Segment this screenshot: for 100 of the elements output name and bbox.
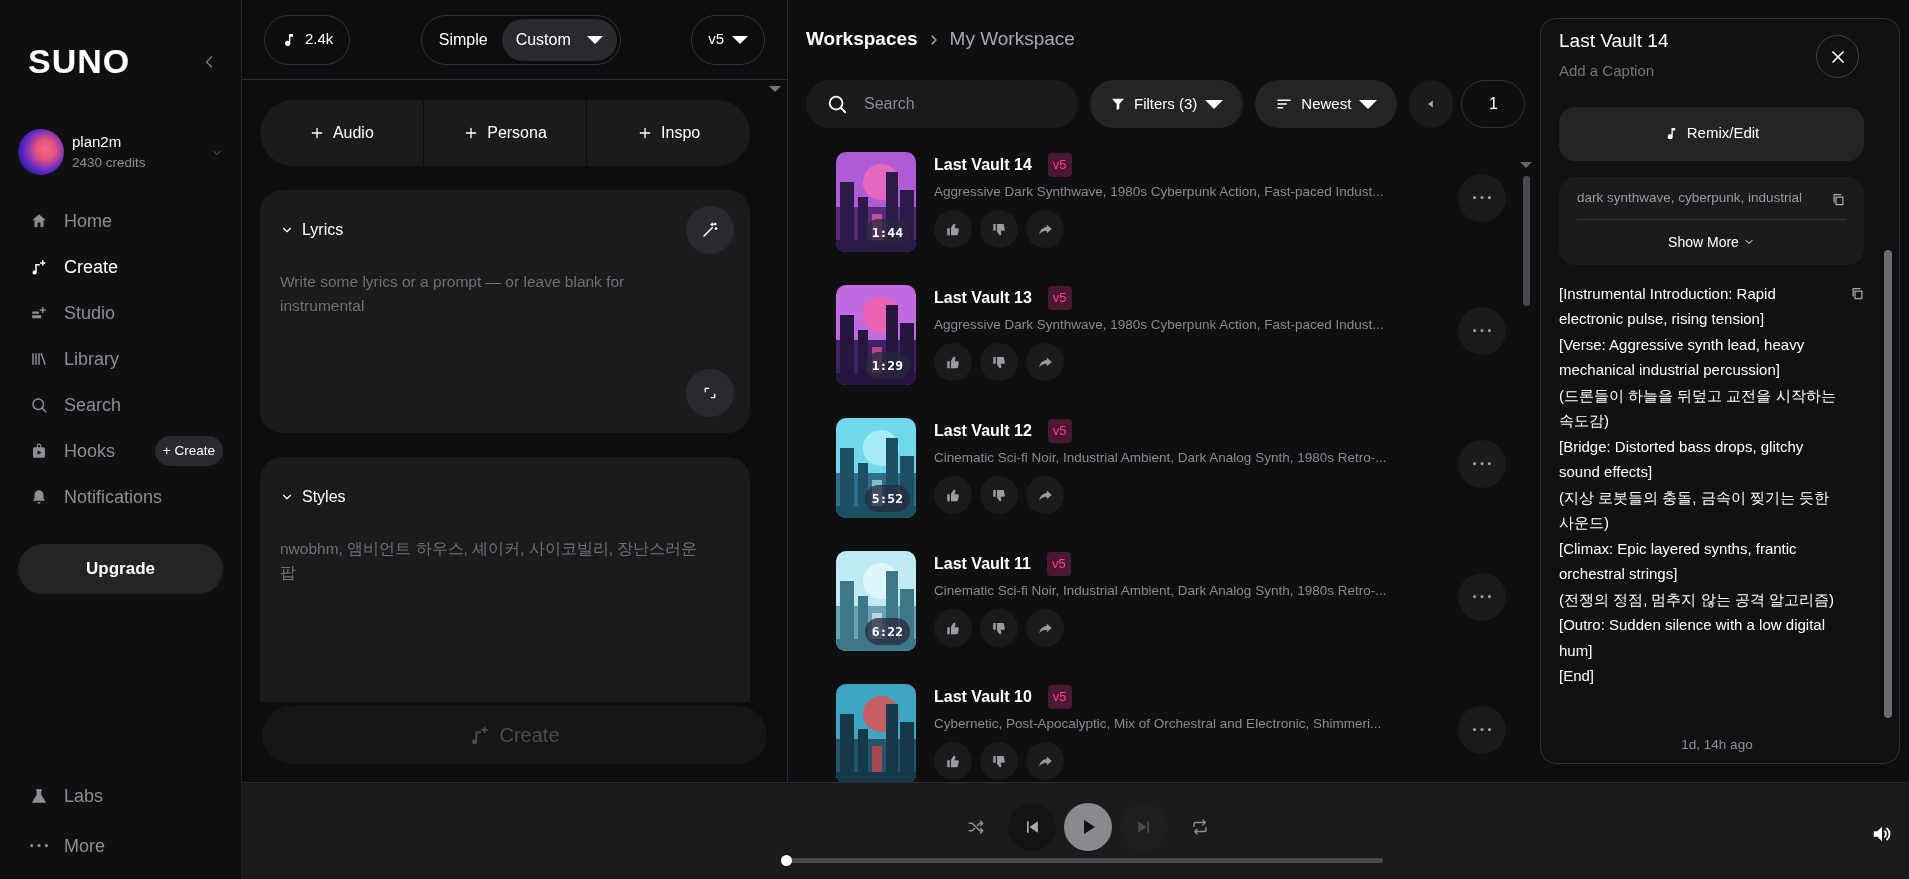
caption-field[interactable]: Add a Caption	[1559, 59, 1758, 82]
like-button[interactable]	[934, 343, 972, 382]
nav-item[interactable]: Hooks	[18, 428, 128, 474]
version-tag: v5	[1047, 685, 1072, 709]
version-tag: v5	[1046, 552, 1071, 576]
caret-icon	[1359, 99, 1378, 109]
remix-button[interactable]: Remix/Edit	[1559, 106, 1864, 161]
song-description: Cinematic Sci-fi Noir, Industrial Ambient, Dark Analog Synth, 1980s Retro-...	[934, 582, 1388, 600]
caret-icon	[732, 35, 748, 44]
more-icon	[1473, 329, 1491, 333]
thumbs-down-icon	[991, 620, 1007, 636]
mode-tab[interactable]: Custom	[501, 18, 617, 61]
caret-icon	[1205, 99, 1224, 109]
lyrics-field[interactable]: Write some lyrics or a prompt — or leave blank for instrumental	[280, 270, 700, 319]
song-title[interactable]: Last Vault 11	[934, 552, 1031, 576]
nav-item[interactable]: Create	[18, 244, 131, 290]
repeat-icon	[1191, 818, 1209, 836]
breadcrumb-link[interactable]: Workspaces	[806, 24, 918, 54]
bag-play-icon	[30, 442, 48, 460]
credits-text: 2430 credits	[72, 154, 147, 173]
song-description: Cinematic Sci-fi Noir, Industrial Ambient, Dark Analog Synth, 1980s Retro-...	[934, 449, 1388, 467]
nav-item[interactable]: Search	[18, 382, 134, 428]
dislike-button[interactable]	[980, 476, 1018, 515]
nav-item[interactable]: More	[18, 821, 223, 871]
magic-wand-icon	[701, 221, 719, 239]
user-name: plan2m	[72, 131, 123, 152]
add-button[interactable]: Audio	[260, 100, 423, 166]
progress-handle[interactable]	[781, 855, 792, 866]
like-button[interactable]	[934, 210, 972, 249]
sort-button[interactable]: Newest	[1255, 80, 1398, 128]
nav-item[interactable]: Home	[18, 198, 124, 244]
lyrics-line: [Climax: Epic layered synths, frantic orchestral strings]	[1559, 538, 1798, 584]
dislike-button[interactable]	[980, 343, 1018, 382]
model-dropdown[interactable]: v5	[691, 14, 765, 65]
play-button[interactable]	[1064, 803, 1112, 851]
song-description: Aggressive Dark Synthwave, 1980s Cyberpunk Action, Fast-paced Indust...	[934, 183, 1385, 201]
nav-item[interactable]: Studio	[18, 290, 128, 336]
scrollbar[interactable]	[1884, 250, 1892, 718]
more-icon	[1473, 595, 1491, 599]
nav-item[interactable]: Labs	[18, 771, 223, 821]
thumbs-up-icon	[945, 487, 961, 503]
styles-field[interactable]: nwobhm, 앰비언트 하우스, 셰이커, 사이코빌리, 장난스러운 팝	[280, 537, 700, 610]
song-title[interactable]: Last Vault 12	[934, 419, 1032, 443]
share-button[interactable]	[1026, 343, 1064, 382]
nav-item[interactable]: Library	[18, 336, 132, 382]
mode-tab[interactable]: Simple	[424, 18, 502, 61]
song-title[interactable]: Last Vault 10	[934, 685, 1032, 709]
lyrics-line: (전쟁의 정점, 멈추지 않는 공격 알고리즘)	[1559, 589, 1835, 610]
lyrics-toggle[interactable]: Lyrics	[280, 218, 344, 242]
lyrics-line: (드론들이 하늘을 뒤덮고 교전을 시작하는 속도감)	[1559, 385, 1837, 431]
magic-wand-button[interactable]	[686, 206, 734, 254]
song-title[interactable]: Last Vault 14	[934, 153, 1032, 177]
more-icon	[1473, 728, 1491, 732]
dislike-button[interactable]	[980, 210, 1018, 249]
avatar[interactable]	[18, 129, 64, 175]
song-description: Cybernetic, Post-Apocalyptic, Mix of Orchestral and Electronic, Shimmeri...	[934, 715, 1383, 733]
flask-icon	[30, 787, 48, 805]
filters-button[interactable]: Filters (3)	[1090, 80, 1244, 128]
more-icon	[30, 844, 48, 848]
dislike-button[interactable]	[980, 609, 1018, 648]
share-button[interactable]	[1026, 210, 1064, 249]
create-hook-button[interactable]: + Create	[154, 435, 223, 467]
nav-item[interactable]: Notifications	[18, 474, 175, 520]
thumbs-up-icon	[945, 354, 961, 370]
lyrics-line: [Outro: Sudden silence with a low digital hum]	[1559, 615, 1826, 661]
version-tag: v5	[1047, 286, 1072, 310]
style-tags: dark synthwave, cyberpunk, industrial	[1577, 188, 1803, 209]
thumbs-down-icon	[991, 354, 1007, 370]
like-button[interactable]	[934, 476, 972, 515]
share-button[interactable]	[1026, 742, 1064, 781]
copy-icon	[1850, 285, 1865, 301]
search-field[interactable]: Search	[806, 80, 1078, 128]
add-button[interactable]: Inspo	[586, 100, 750, 166]
page-field[interactable]: 1	[1461, 80, 1526, 128]
add-button[interactable]: Persona	[422, 100, 587, 166]
close-button[interactable]	[1816, 35, 1859, 78]
bell-icon	[30, 488, 48, 506]
like-button[interactable]	[934, 742, 972, 781]
lyrics-line: [Bridge: Distorted bass drops, glitchy sound effects]	[1559, 436, 1805, 482]
thumbs-down-icon	[991, 221, 1007, 237]
dislike-button[interactable]	[980, 742, 1018, 781]
logo[interactable]: SUNO	[28, 44, 131, 78]
previous-button[interactable]	[1008, 803, 1056, 851]
show-more-button[interactable]: Show More	[1664, 227, 1759, 257]
filter-icon	[1110, 96, 1126, 112]
breadcrumb-current: My Workspace	[949, 26, 1075, 51]
more-icon	[1473, 462, 1491, 466]
share-button[interactable]	[1026, 609, 1064, 648]
upgrade-button[interactable]: Upgrade	[18, 544, 223, 594]
share-button[interactable]	[1026, 476, 1064, 515]
credits-button[interactable]: 2.4k	[264, 14, 351, 65]
more-icon	[1473, 196, 1491, 200]
styles-toggle[interactable]: Styles	[280, 485, 346, 509]
lyrics-line: (지상 로봇들의 충돌, 금속이 찢기는 듯한 사운드)	[1559, 487, 1830, 533]
shuffle-icon	[967, 818, 985, 836]
song-title[interactable]: Last Vault 13	[934, 286, 1032, 310]
lyrics-line: [Instrumental Introduction: Rapid electronic pulse, rising tension]	[1559, 283, 1777, 329]
copy-icon	[1831, 191, 1846, 207]
like-button[interactable]	[934, 609, 972, 648]
scrollbar[interactable]	[1522, 176, 1530, 306]
